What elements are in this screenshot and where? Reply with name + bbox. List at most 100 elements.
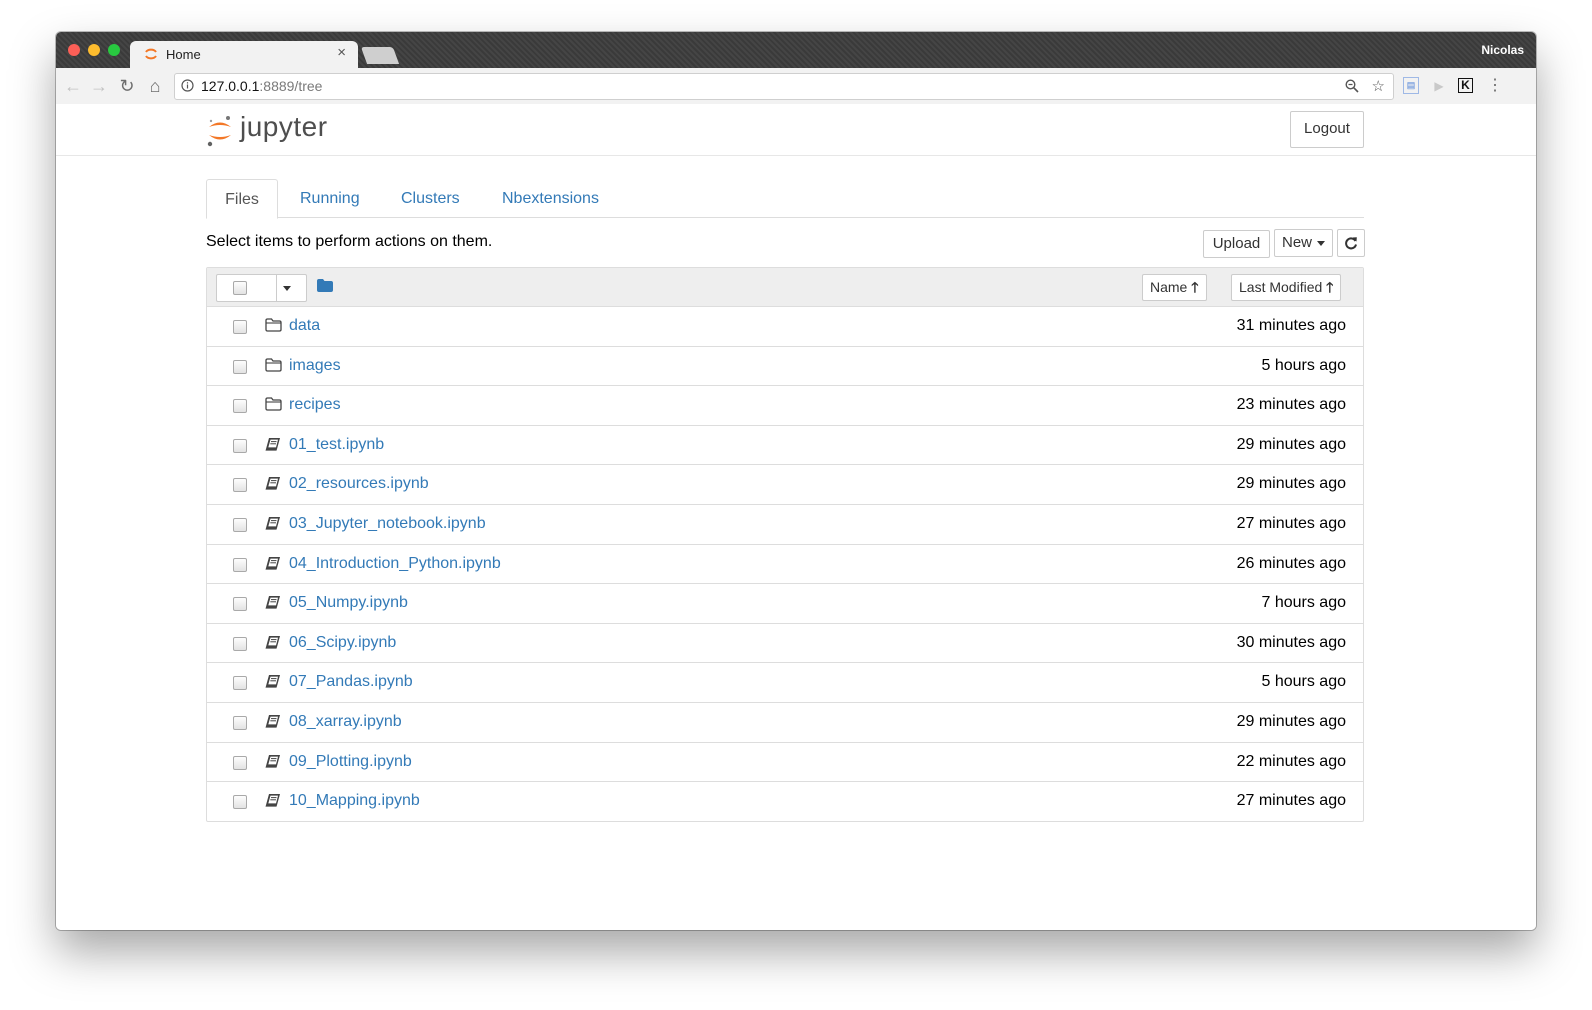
file-row[interactable]: 01_test.ipynb 29 minutes ago bbox=[207, 426, 1363, 466]
file-row[interactable]: 07_Pandas.ipynb 5 hours ago bbox=[207, 663, 1363, 703]
notebook-icon bbox=[265, 635, 281, 654]
row-checkbox[interactable] bbox=[233, 517, 247, 532]
file-name-link[interactable]: 06_Scipy.ipynb bbox=[289, 634, 396, 652]
last-modified-text: 31 minutes ago bbox=[1236, 317, 1346, 334]
select-all-checkbox[interactable] bbox=[233, 281, 247, 295]
last-modified-text: 30 minutes ago bbox=[1236, 633, 1346, 651]
row-checkbox[interactable] bbox=[233, 795, 247, 810]
jupyter-favicon-icon bbox=[145, 48, 157, 60]
file-name-link[interactable]: data bbox=[289, 317, 320, 335]
refresh-button[interactable] bbox=[1337, 229, 1365, 257]
last-modified-text: 5 hours ago bbox=[1261, 356, 1346, 374]
reload-icon[interactable]: ↻ bbox=[116, 75, 138, 97]
tab-files[interactable]: Files bbox=[206, 179, 278, 219]
file-row[interactable]: 05_Numpy.ipynb 7 hours ago bbox=[207, 584, 1363, 624]
tab-running[interactable]: Running bbox=[300, 179, 360, 217]
last-modified-text: 27 minutes ago bbox=[1236, 514, 1346, 532]
extension-arrow-icon[interactable]: ▶ bbox=[1430, 77, 1448, 95]
profile-name[interactable]: Nicolas bbox=[1481, 43, 1524, 57]
folder-outline-icon bbox=[265, 357, 282, 377]
file-row[interactable]: 08_xarray.ipynb 29 minutes ago bbox=[207, 703, 1363, 743]
new-button-label: New bbox=[1281, 234, 1312, 251]
sort-by-last-modified-button[interactable]: Last Modified 🡑 bbox=[1231, 274, 1342, 301]
file-row[interactable]: data 31 minutes ago bbox=[207, 307, 1363, 347]
file-name-link[interactable]: images bbox=[289, 357, 341, 375]
home-icon[interactable]: ⌂ bbox=[144, 75, 166, 97]
file-row[interactable]: 06_Scipy.ipynb 30 minutes ago bbox=[207, 624, 1363, 664]
sort-name-label: Name bbox=[1150, 279, 1188, 295]
row-checkbox[interactable] bbox=[233, 438, 247, 453]
tab-nbextensions[interactable]: Nbextensions bbox=[502, 179, 599, 217]
extension-document-icon[interactable]: ▤ bbox=[1403, 77, 1419, 94]
folder-icon[interactable] bbox=[317, 279, 333, 292]
file-row[interactable]: recipes 23 minutes ago bbox=[207, 386, 1363, 426]
sort-by-name-button[interactable]: Name 🡑 bbox=[1142, 274, 1207, 301]
file-row[interactable]: 02_resources.ipynb 29 minutes ago bbox=[207, 465, 1363, 505]
tab-close-icon[interactable]: × bbox=[337, 44, 346, 61]
row-checkbox[interactable] bbox=[233, 399, 247, 414]
menu-more-icon[interactable]: ⋮ bbox=[1486, 77, 1504, 95]
address-bar[interactable]: 127.0.0.1:8889/tree ☆ bbox=[174, 73, 1394, 100]
file-name-link[interactable]: 05_Numpy.ipynb bbox=[289, 594, 408, 612]
file-row[interactable]: images 5 hours ago bbox=[207, 347, 1363, 387]
zoom-icon[interactable] bbox=[1345, 79, 1359, 93]
new-dropdown-button[interactable]: New bbox=[1274, 229, 1333, 257]
browser-tab[interactable]: Home × bbox=[130, 41, 358, 68]
info-icon[interactable] bbox=[181, 79, 194, 92]
tab-clusters[interactable]: Clusters bbox=[401, 179, 460, 217]
arrow-up-icon: 🡑 bbox=[1191, 279, 1199, 295]
button-divider bbox=[276, 275, 277, 301]
row-checkbox[interactable] bbox=[233, 715, 247, 730]
url-host: 127.0.0.1 bbox=[201, 78, 260, 94]
caret-down-icon bbox=[1317, 240, 1325, 246]
file-rows: data 31 minutes ago images 5 hours ago recip… bbox=[207, 307, 1363, 821]
url-text[interactable]: 127.0.0.1:8889/tree bbox=[201, 78, 322, 94]
file-row[interactable]: 03_Jupyter_notebook.ipynb 27 minutes ago bbox=[207, 505, 1363, 545]
row-checkbox[interactable] bbox=[233, 359, 247, 374]
extension-k-icon[interactable]: K bbox=[1458, 78, 1473, 93]
minimize-window-button[interactable] bbox=[88, 44, 100, 56]
browser-window: Home × Nicolas ← → ↻ ⌂ 127.0.0.1:8889/tr… bbox=[56, 32, 1536, 930]
last-modified-text: 27 minutes ago bbox=[1236, 792, 1346, 810]
bookmark-star-icon[interactable]: ☆ bbox=[1372, 77, 1385, 95]
file-name-link[interactable]: 02_resources.ipynb bbox=[289, 475, 429, 493]
file-name-link[interactable]: 08_xarray.ipynb bbox=[289, 713, 402, 731]
main-tabs: Files Running Clusters Nbextensions bbox=[206, 179, 1364, 219]
select-all-dropdown[interactable] bbox=[216, 274, 307, 302]
new-tab-button[interactable] bbox=[360, 47, 400, 64]
notebook-icon bbox=[265, 437, 281, 456]
title-bar: Home × Nicolas bbox=[56, 32, 1536, 68]
notebook-icon bbox=[265, 516, 281, 535]
row-checkbox[interactable] bbox=[233, 478, 247, 493]
logout-button[interactable]: Logout bbox=[1290, 111, 1364, 148]
caret-down-icon[interactable] bbox=[283, 286, 291, 291]
close-window-button[interactable] bbox=[68, 44, 80, 56]
forward-arrow-icon[interactable]: → bbox=[88, 75, 110, 97]
file-name-link[interactable]: 01_test.ipynb bbox=[289, 436, 384, 454]
folder-outline-icon bbox=[265, 318, 282, 337]
last-modified-text: 5 hours ago bbox=[1261, 673, 1346, 691]
file-name-link[interactable]: 07_Pandas.ipynb bbox=[289, 673, 413, 691]
row-checkbox[interactable] bbox=[233, 597, 247, 612]
file-row[interactable]: 09_Plotting.ipynb 22 minutes ago bbox=[207, 743, 1363, 783]
file-row[interactable]: 10_Mapping.ipynb 27 minutes ago bbox=[207, 782, 1363, 821]
file-name-link[interactable]: 03_Jupyter_notebook.ipynb bbox=[289, 515, 486, 533]
file-name-link[interactable]: recipes bbox=[289, 396, 341, 414]
file-list: Name 🡑 Last Modified 🡑 data 31 minutes ag… bbox=[206, 267, 1364, 822]
refresh-icon bbox=[1345, 237, 1357, 250]
file-name-link[interactable]: 10_Mapping.ipynb bbox=[289, 792, 420, 810]
back-arrow-icon[interactable]: ← bbox=[62, 75, 84, 97]
notebook-icon bbox=[265, 754, 281, 773]
maximize-window-button[interactable] bbox=[108, 44, 120, 56]
tab-title: Home bbox=[166, 47, 201, 62]
row-checkbox[interactable] bbox=[233, 676, 247, 691]
file-name-link[interactable]: 09_Plotting.ipynb bbox=[289, 753, 412, 771]
row-checkbox[interactable] bbox=[233, 557, 247, 572]
row-checkbox[interactable] bbox=[233, 320, 247, 334]
notebook-icon bbox=[265, 674, 281, 693]
upload-button[interactable]: Upload bbox=[1203, 230, 1270, 258]
row-checkbox[interactable] bbox=[233, 755, 247, 770]
file-name-link[interactable]: 04_Introduction_Python.ipynb bbox=[289, 555, 501, 573]
file-row[interactable]: 04_Introduction_Python.ipynb 26 minutes a… bbox=[207, 545, 1363, 585]
row-checkbox[interactable] bbox=[233, 636, 247, 651]
